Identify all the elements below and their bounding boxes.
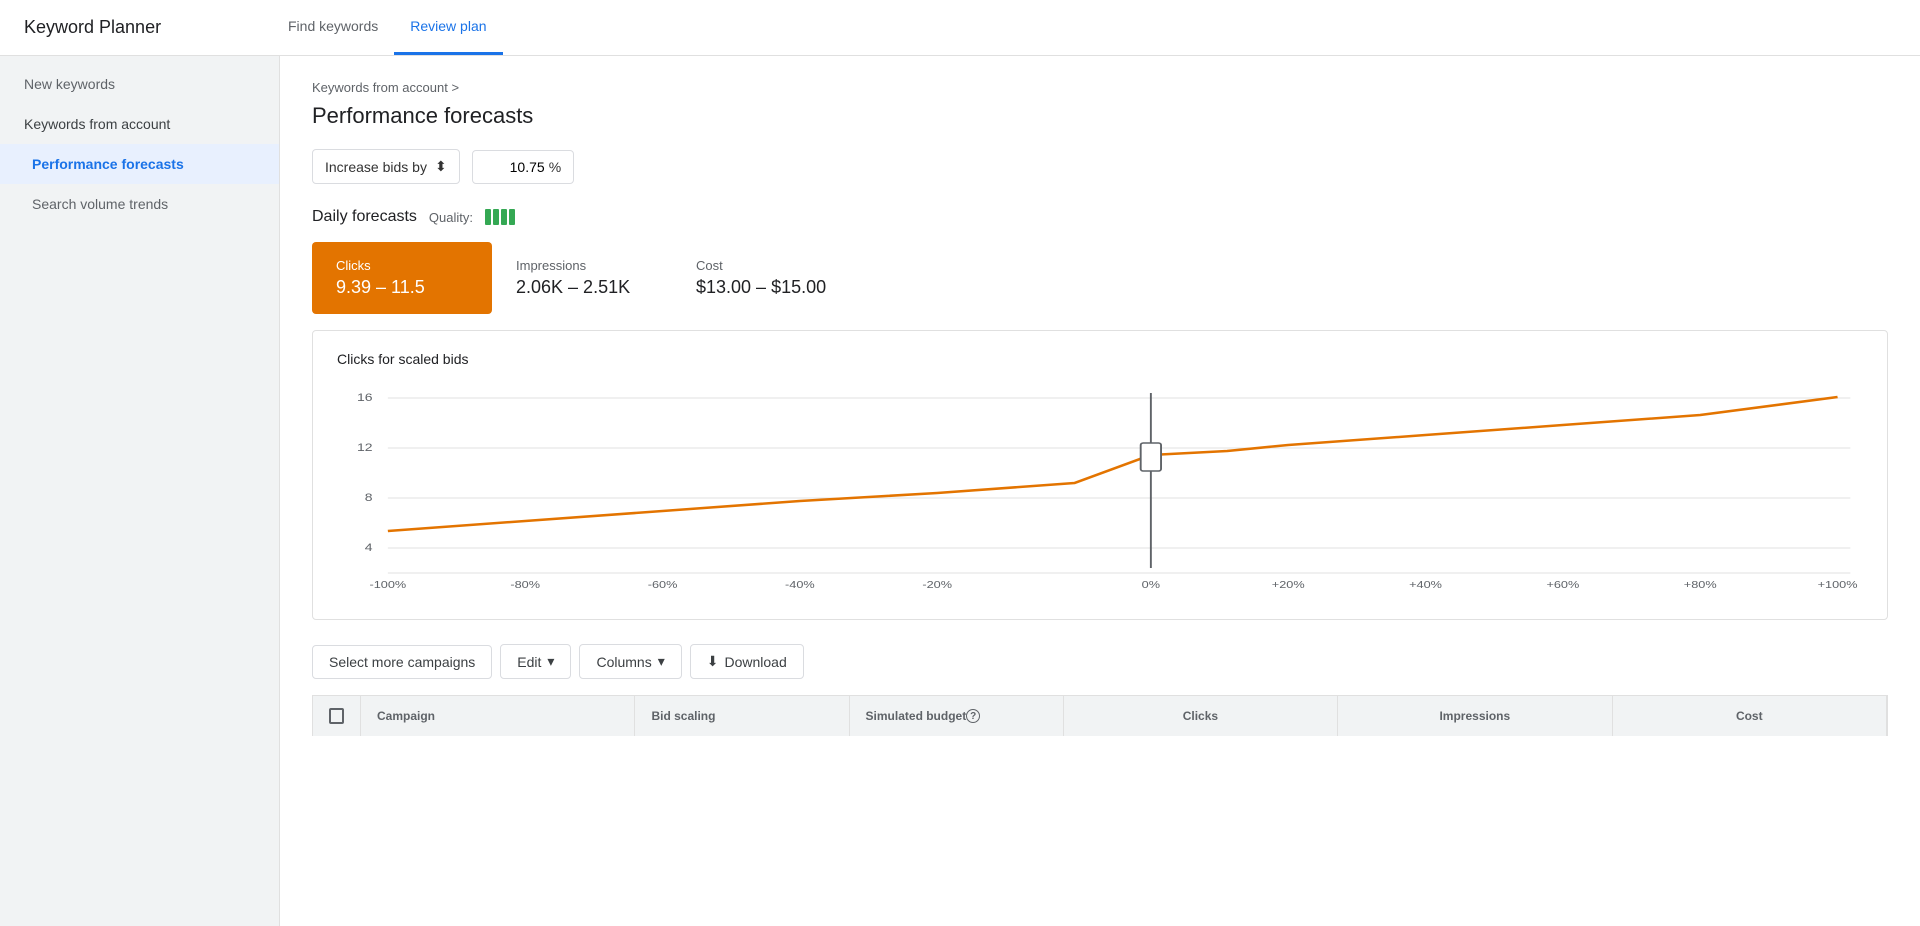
tab-find-keywords[interactable]: Find keywords — [272, 0, 394, 55]
chevron-down-icon: ▾ — [547, 653, 554, 670]
layout: New keywords Keywords from account Perfo… — [0, 56, 1920, 926]
sidebar-item-performance-forecasts[interactable]: Performance forecasts — [0, 144, 279, 184]
quality-bar-2 — [493, 209, 499, 225]
svg-text:-60%: -60% — [648, 580, 678, 590]
simulated-budget-info-icon[interactable]: ? — [966, 709, 980, 723]
sidebar: New keywords Keywords from account Perfo… — [0, 56, 280, 926]
sidebar-item-keywords-from-account[interactable]: Keywords from account — [0, 104, 279, 144]
svg-text:+60%: +60% — [1546, 580, 1579, 590]
forecast-card-clicks-label: Clicks — [336, 258, 468, 273]
svg-text:+80%: +80% — [1684, 580, 1717, 590]
sidebar-item-new-keywords[interactable]: New keywords — [0, 64, 279, 104]
table-header-clicks: Clicks — [1064, 696, 1338, 736]
svg-text:8: 8 — [365, 491, 373, 503]
select-all-checkbox[interactable] — [329, 708, 344, 724]
nav-tabs: Find keywords Review plan — [272, 0, 503, 55]
edit-button[interactable]: Edit ▾ — [500, 644, 571, 679]
forecast-card-cost-value: $13.00 – $15.00 — [696, 277, 828, 298]
chevron-up-down-icon: ⬍ — [435, 158, 447, 175]
quality-label: Quality: — [429, 210, 473, 225]
table-header-checkbox — [313, 696, 361, 736]
table-header-row: Campaign Bid scaling Simulated budget ? … — [312, 695, 1888, 736]
breadcrumb: Keywords from account > — [312, 80, 1888, 95]
table-header-cost: Cost — [1613, 696, 1887, 736]
table-header-bid-scaling: Bid scaling — [635, 696, 849, 736]
download-label: Download — [724, 654, 786, 670]
forecast-card-clicks[interactable]: Clicks 9.39 – 11.5 — [312, 242, 492, 314]
bid-input[interactable] — [485, 159, 545, 175]
action-bar: Select more campaigns Edit ▾ Columns ▾ ⬇… — [312, 644, 1888, 679]
bid-input-container: % — [472, 150, 574, 184]
svg-text:16: 16 — [357, 391, 373, 403]
bid-control: Increase bids by ⬍ % — [312, 149, 1888, 184]
page-title: Performance forecasts — [312, 103, 1888, 129]
forecast-card-impressions[interactable]: Impressions 2.06K – 2.51K — [492, 242, 672, 314]
daily-forecasts-title: Daily forecasts — [312, 208, 417, 226]
forecast-card-clicks-value: 9.39 – 11.5 — [336, 277, 468, 298]
forecast-card-impressions-value: 2.06K – 2.51K — [516, 277, 648, 298]
quality-bar-4 — [509, 209, 515, 225]
sidebar-item-search-volume-trends[interactable]: Search volume trends — [0, 184, 279, 224]
chart-area: 16 12 8 4 -100% -80% -60% -4 — [337, 383, 1863, 603]
svg-text:12: 12 — [357, 441, 373, 453]
bid-select-label: Increase bids by — [325, 159, 427, 175]
chart-container: Clicks for scaled bids 16 12 8 4 — [312, 330, 1888, 620]
edit-label: Edit — [517, 654, 541, 670]
svg-text:+40%: +40% — [1409, 580, 1442, 590]
svg-text:4: 4 — [365, 541, 373, 553]
table-header-impressions: Impressions — [1338, 696, 1612, 736]
svg-text:-20%: -20% — [922, 580, 952, 590]
breadcrumb-text: Keywords from account > — [312, 80, 459, 95]
table-header-simulated-budget: Simulated budget ? — [850, 696, 1064, 736]
svg-text:+100%: +100% — [1818, 580, 1858, 590]
svg-text:-100%: -100% — [370, 580, 407, 590]
svg-text:0%: 0% — [1142, 580, 1160, 590]
app-title: Keyword Planner — [24, 17, 224, 38]
top-nav: Keyword Planner Find keywords Review pla… — [0, 0, 1920, 56]
svg-text:-40%: -40% — [785, 580, 815, 590]
forecast-card-cost-label: Cost — [696, 258, 828, 273]
forecast-card-cost[interactable]: Cost $13.00 – $15.00 — [672, 242, 852, 314]
svg-text:-80%: -80% — [510, 580, 540, 590]
quality-bars — [485, 209, 515, 225]
columns-chevron-icon: ▾ — [658, 653, 665, 670]
columns-label: Columns — [596, 654, 651, 670]
svg-text:+20%: +20% — [1272, 580, 1305, 590]
daily-forecasts-header: Daily forecasts Quality: — [312, 208, 1888, 226]
select-campaigns-label: Select more campaigns — [329, 654, 475, 670]
quality-bar-3 — [501, 209, 507, 225]
select-campaigns-button[interactable]: Select more campaigns — [312, 645, 492, 679]
bid-unit: % — [549, 159, 561, 175]
table-header-campaign: Campaign — [361, 696, 635, 736]
main-content: Keywords from account > Performance fore… — [280, 56, 1920, 926]
chart-svg: 16 12 8 4 -100% -80% -60% -4 — [337, 383, 1863, 603]
columns-button[interactable]: Columns ▾ — [579, 644, 681, 679]
download-icon: ⬇ — [707, 653, 719, 670]
download-button[interactable]: ⬇ Download — [690, 644, 804, 679]
forecast-card-impressions-label: Impressions — [516, 258, 648, 273]
bid-select-dropdown[interactable]: Increase bids by ⬍ — [312, 149, 460, 184]
tab-review-plan[interactable]: Review plan — [394, 0, 502, 55]
forecast-cards: Clicks 9.39 – 11.5 Impressions 2.06K – 2… — [312, 242, 1888, 314]
chart-title: Clicks for scaled bids — [337, 351, 1863, 367]
quality-bar-1 — [485, 209, 491, 225]
